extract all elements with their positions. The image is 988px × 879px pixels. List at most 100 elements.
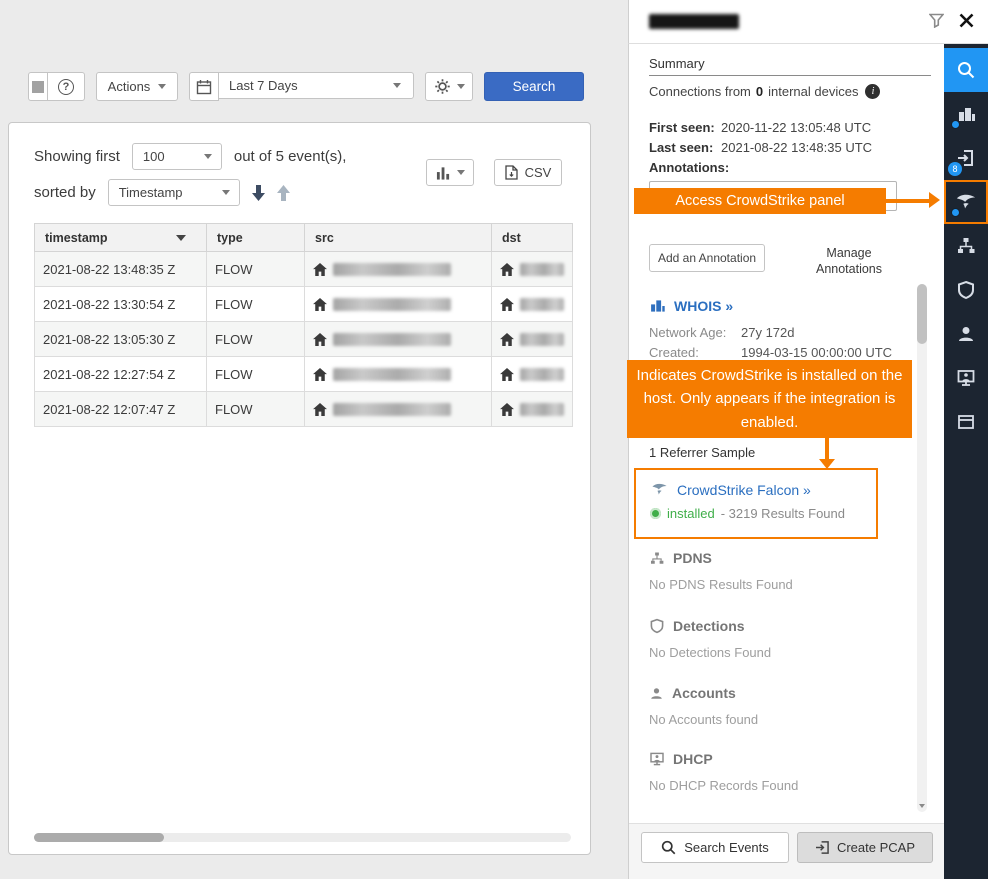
summary-divider	[649, 75, 931, 76]
sidebar-detections-button[interactable]	[944, 268, 988, 312]
gear-icon	[434, 78, 451, 95]
falcon-icon	[650, 481, 669, 498]
sort-indicator-icon	[176, 235, 186, 241]
notification-dot-badge	[951, 120, 960, 129]
add-annotation-label: Add an Annotation	[658, 251, 756, 265]
vertical-scrollbar[interactable]	[917, 284, 927, 812]
sidebar-crowdstrike-button[interactable]	[944, 180, 988, 224]
crowdstrike-result-box: CrowdStrike Falcon » installed - 3219 Re…	[634, 468, 878, 539]
redacted-text	[333, 368, 451, 381]
calendar-icon	[196, 79, 212, 95]
accounts-section-header[interactable]: Accounts	[649, 685, 736, 701]
help-button[interactable]: ?	[47, 72, 85, 101]
home-icon	[500, 263, 514, 276]
first-seen-value: 2020-11-22 13:05:48 UTC	[721, 120, 871, 135]
sitemap-icon	[956, 236, 976, 256]
sorted-by-label: sorted by	[34, 184, 96, 201]
info-icon[interactable]: i	[865, 84, 880, 99]
sidebar-pdns-button[interactable]	[944, 224, 988, 268]
table-row[interactable]: 2021-08-22 12:27:54 Z FLOW	[35, 357, 573, 392]
scrollbar-thumb[interactable]	[917, 284, 927, 344]
table-header-row: timestamp type src dst	[35, 224, 573, 252]
callout-access-crowdstrike: Access CrowdStrike panel	[634, 188, 886, 214]
sidebar-dhcp-button[interactable]	[944, 356, 988, 400]
create-pcap-button[interactable]: Create PCAP	[797, 832, 933, 863]
sort-ascending-icon[interactable]	[277, 185, 290, 201]
scrollbar-thumb[interactable]	[34, 833, 164, 842]
page-size-select[interactable]: 100	[132, 143, 222, 170]
column-label: timestamp	[45, 231, 108, 245]
column-header-src[interactable]: src	[305, 224, 492, 252]
horizontal-scrollbar[interactable]	[34, 833, 571, 842]
column-header-timestamp[interactable]: timestamp	[35, 224, 207, 252]
create-pcap-label: Create PCAP	[837, 840, 915, 855]
whois-section-header[interactable]: WHOIS »	[649, 298, 733, 314]
manage-annotations-link[interactable]: Manage Annotations	[809, 245, 889, 278]
network-age-label: Network Age:	[649, 325, 741, 340]
filter-funnel-icon[interactable]	[929, 13, 944, 33]
sort-descending-icon[interactable]	[252, 185, 265, 201]
callout-arrowhead-right	[929, 192, 940, 208]
accounts-empty-text: No Accounts found	[649, 712, 758, 727]
type-cell: FLOW	[207, 322, 305, 357]
home-icon	[313, 298, 327, 311]
sort-field-select[interactable]: Timestamp	[108, 179, 240, 206]
accounts-title: Accounts	[672, 685, 736, 701]
showing-first-label: Showing first	[34, 148, 120, 165]
whois-link[interactable]: WHOIS »	[674, 298, 733, 314]
csv-export-button[interactable]: CSV	[494, 159, 562, 186]
sidebar-panel-button[interactable]	[944, 400, 988, 444]
events-table: timestamp type src dst 2021-08-22 13:48:…	[34, 223, 573, 427]
calendar-button[interactable]	[189, 72, 219, 101]
redacted-text	[520, 403, 564, 416]
date-range-select[interactable]: Last 7 Days	[218, 72, 414, 99]
detail-panel: Summary Connections from 0 internal devi…	[628, 44, 944, 879]
sitemap-icon	[649, 551, 665, 566]
sidebar-accounts-button[interactable]	[944, 312, 988, 356]
network-age-value: 27y 172d	[741, 325, 795, 340]
crowdstrike-title-row: CrowdStrike Falcon »	[650, 481, 862, 498]
home-icon	[313, 368, 327, 381]
city-icon	[649, 298, 666, 314]
scrollbar-down-button[interactable]	[917, 800, 927, 812]
crowdstrike-falcon-link[interactable]: CrowdStrike Falcon »	[677, 482, 811, 498]
column-label: src	[315, 231, 334, 245]
table-row[interactable]: 2021-08-22 13:48:35 Z FLOW	[35, 252, 573, 287]
table-row[interactable]: 2021-08-22 13:30:54 Z FLOW	[35, 287, 573, 322]
page-size-value: 100	[143, 149, 165, 164]
search-events-button[interactable]: Search Events	[641, 832, 789, 863]
settings-dropdown[interactable]	[425, 72, 473, 101]
add-annotation-button[interactable]: Add an Annotation	[649, 244, 765, 272]
connections-count: 0	[756, 84, 763, 99]
first-seen-label: First seen:	[649, 120, 721, 135]
home-icon	[500, 403, 514, 416]
installed-status-text: installed	[667, 506, 715, 521]
sidebar-sessions-button[interactable]: 8	[944, 136, 988, 180]
pdns-section-header[interactable]: PDNS	[649, 550, 712, 566]
table-row[interactable]: 2021-08-22 13:05:30 Z FLOW	[35, 322, 573, 357]
column-header-dst[interactable]: dst	[492, 224, 573, 252]
redacted-text	[520, 298, 564, 311]
main-toolbar: ? Actions Last 7 Days Search	[28, 72, 584, 101]
color-swatch-button[interactable]	[28, 72, 48, 101]
actions-dropdown[interactable]: Actions	[96, 72, 178, 101]
chevron-down-icon	[393, 83, 401, 88]
redacted-text	[333, 298, 451, 311]
home-icon	[313, 263, 327, 276]
close-icon[interactable]	[959, 13, 974, 33]
last-seen-row: Last seen: 2021-08-22 13:48:35 UTC	[649, 140, 872, 155]
redacted-text	[333, 263, 451, 276]
detail-panel-footer: Search Events Create PCAP	[629, 823, 945, 879]
chevron-down-icon	[158, 84, 166, 89]
dhcp-section-header[interactable]: DHCP	[649, 751, 713, 767]
sidebar-search-button[interactable]	[944, 48, 988, 92]
timestamp-cell: 2021-08-22 12:07:47 Z	[35, 392, 207, 427]
detections-section-header[interactable]: Detections	[649, 618, 745, 634]
timestamp-cell: 2021-08-22 13:48:35 Z	[35, 252, 207, 287]
search-button[interactable]: Search	[484, 72, 584, 101]
chart-view-dropdown[interactable]	[426, 159, 474, 186]
redacted-text	[520, 333, 564, 346]
column-header-type[interactable]: type	[207, 224, 305, 252]
table-row[interactable]: 2021-08-22 12:07:47 Z FLOW	[35, 392, 573, 427]
sidebar-assets-button[interactable]	[944, 92, 988, 136]
